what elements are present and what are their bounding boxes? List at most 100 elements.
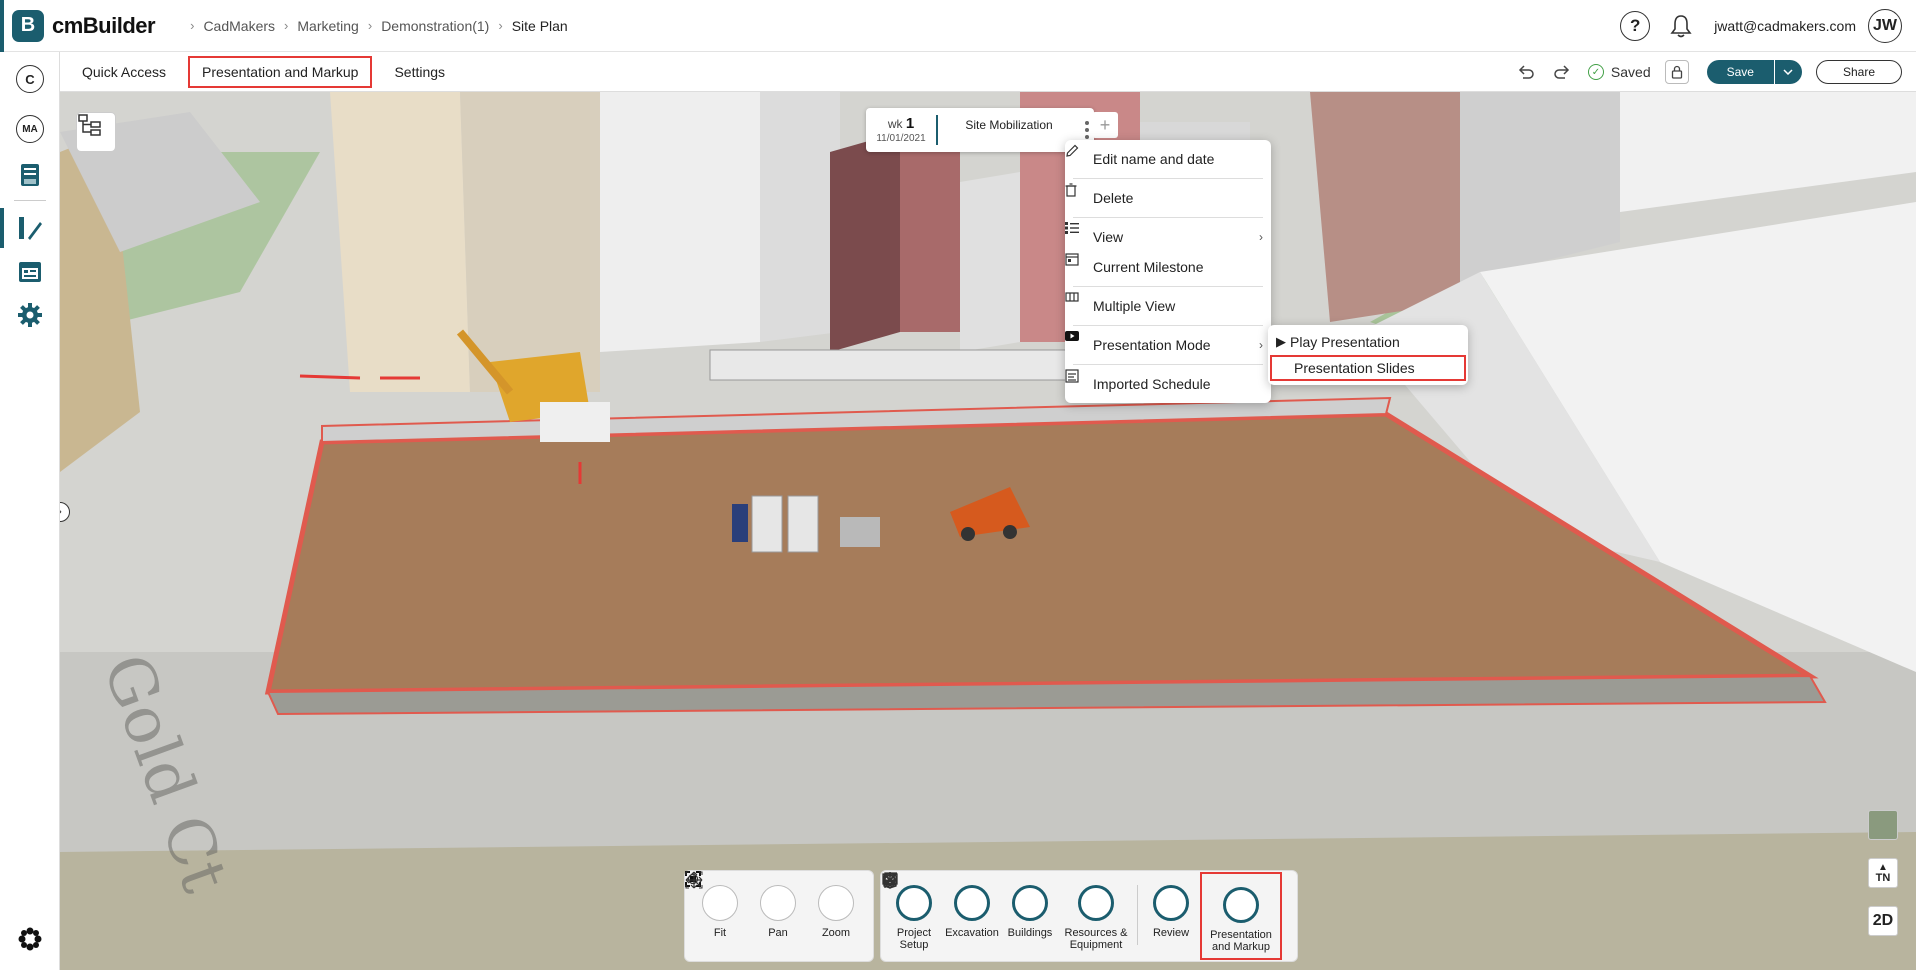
- app-name: cmBuilder: [52, 12, 156, 38]
- menu-label: Edit name and date: [1093, 151, 1215, 167]
- menu-label: Presentation Slides: [1294, 360, 1415, 376]
- scene-tree-button[interactable]: [76, 112, 116, 152]
- left-sidebar: C MA: [0, 52, 60, 970]
- menu-item-delete[interactable]: Delete: [1065, 183, 1271, 213]
- milestone-date: 11/01/2021: [876, 133, 926, 144]
- milestone-card[interactable]: wk 1 11/01/2021 Site Mobilization: [866, 108, 1094, 152]
- project-badge: MA: [16, 115, 44, 143]
- excavation-button[interactable]: Excavation: [885, 872, 1001, 939]
- menu-item-play-presentation[interactable]: ▶ Play Presentation: [1268, 329, 1468, 355]
- pen-ruler-icon: [19, 217, 42, 240]
- building-icon: [883, 872, 1048, 921]
- menu-label: Multiple View: [1093, 298, 1176, 314]
- milestone-context-menu: Edit name and date Delete View › Current…: [1065, 140, 1271, 403]
- tool-label: Project Setup: [896, 927, 932, 951]
- menu-label: Imported Schedule: [1093, 376, 1211, 392]
- saved-label: Saved: [1610, 64, 1651, 80]
- schedule-icon: [1065, 369, 1089, 392]
- app-logo[interactable]: B cmBuilder: [12, 9, 156, 42]
- fit-button[interactable]: Fit: [685, 871, 749, 939]
- chevron-right-icon: ›: [1259, 230, 1263, 244]
- tool-label: Presentation and Markup: [1210, 929, 1272, 953]
- menu-item-presentation-slides[interactable]: Presentation Slides: [1270, 355, 1466, 381]
- true-north-button[interactable]: ▲ TN: [1868, 858, 1898, 888]
- tab-settings[interactable]: Settings: [382, 58, 457, 86]
- basemap-toggle[interactable]: [1868, 810, 1898, 840]
- chevron-down-icon[interactable]: [1773, 60, 1802, 84]
- presentation-and-markup-button[interactable]: Presentation and Markup: [882, 872, 1282, 960]
- tool-label: Review: [1152, 927, 1190, 939]
- project-setup-button[interactable]: Project Setup: [883, 873, 943, 951]
- sidebar-item-company[interactable]: C: [11, 60, 49, 98]
- hierarchy-icon: [78, 114, 101, 136]
- review-button[interactable]: Review: [884, 874, 1200, 939]
- menu-item-imported-schedule[interactable]: Imported Schedule: [1065, 369, 1271, 399]
- toolbar-divider: [1137, 885, 1138, 945]
- help-button[interactable]: ?: [1620, 11, 1651, 41]
- document-actions: ✓ Saved Save Share: [1504, 52, 1902, 92]
- tool-label: Excavation: [945, 927, 999, 939]
- tab-presentation-and-markup[interactable]: Presentation and Markup: [188, 55, 373, 88]
- save-status: ✓ Saved: [1587, 64, 1651, 80]
- breadcrumb-current: Site Plan: [511, 17, 568, 34]
- sidebar-item-apps[interactable]: [11, 920, 49, 958]
- chevron-right-icon: ›: [1259, 338, 1263, 352]
- breadcrumb-company[interactable]: CadMakers: [203, 18, 275, 34]
- chevron-right-icon: ›: [498, 18, 503, 33]
- tab-quick-access[interactable]: Quick Access: [70, 58, 178, 86]
- calendar-icon: [1065, 253, 1089, 275]
- sidebar-item-design[interactable]: [11, 209, 49, 247]
- list-view-icon: [1065, 222, 1089, 245]
- tool-label: Pan: [768, 927, 788, 939]
- sidebar-item-project[interactable]: MA: [11, 110, 49, 148]
- undo-icon[interactable]: [1512, 58, 1540, 86]
- document-icon: [21, 164, 39, 186]
- pan-icon: [685, 871, 796, 921]
- buildings-button[interactable]: Buildings: [883, 872, 1059, 939]
- menu-divider: [1073, 364, 1263, 365]
- chevron-right-icon: ›: [190, 18, 195, 33]
- sidebar-item-schedule[interactable]: [11, 252, 49, 290]
- presentation-mode-submenu: ▶ Play Presentation Presentation Slides: [1268, 325, 1468, 385]
- model-tools-panel: Project Setup Excavation Buildings Resou…: [880, 870, 1298, 962]
- menu-label: Presentation Mode: [1093, 337, 1211, 353]
- add-milestone-button[interactable]: +: [1092, 112, 1118, 138]
- lock-icon[interactable]: [1664, 60, 1689, 84]
- sidebar-item-settings[interactable]: [11, 296, 49, 334]
- resources-equipment-button[interactable]: Resources & Equipment: [884, 872, 1133, 951]
- tools-icon: [883, 873, 932, 921]
- avatar[interactable]: JW: [1868, 9, 1902, 43]
- save-button[interactable]: Save: [1706, 60, 1774, 84]
- redo-icon[interactable]: [1548, 58, 1576, 86]
- header-actions: ? jwatt@cadmakers.com JW: [1620, 0, 1902, 52]
- check-icon: ✓: [1587, 64, 1604, 80]
- sidebar-active-indicator: [0, 208, 4, 248]
- milestone-name: Site Mobilization: [965, 118, 1053, 132]
- apps-icon: [18, 927, 42, 951]
- 2d-toggle-button[interactable]: 2D: [1868, 906, 1898, 936]
- bell-icon[interactable]: [1666, 11, 1696, 41]
- breadcrumb-folder[interactable]: Marketing: [297, 18, 358, 34]
- menu-item-edit[interactable]: Edit name and date: [1065, 144, 1271, 174]
- view-tools-panel: Fit Pan Zoom: [684, 870, 874, 962]
- share-button[interactable]: Share: [1815, 60, 1902, 84]
- 3d-viewport[interactable]: Gold Ct wk 1 11/01/2021 Site Mobilizatio…: [60, 92, 1916, 970]
- menu-item-presentation-mode[interactable]: Presentation Mode ›: [1065, 330, 1271, 360]
- zoom-button[interactable]: Zoom: [685, 871, 865, 939]
- pan-button[interactable]: Pan: [685, 871, 807, 939]
- menu-item-current-milestone[interactable]: Current Milestone: [1065, 252, 1271, 282]
- play-icon: ▶: [1276, 334, 1286, 349]
- fit-icon: [685, 871, 738, 921]
- tool-label: Fit: [713, 927, 727, 939]
- menu-item-view[interactable]: View ›: [1065, 222, 1271, 252]
- pencil-icon: [1066, 144, 1089, 167]
- menu-divider: [1073, 286, 1263, 287]
- sidebar-item-catalog[interactable]: [11, 156, 49, 194]
- breadcrumb-project[interactable]: Demonstration(1): [381, 18, 489, 34]
- user-email[interactable]: jwatt@cadmakers.com: [1714, 18, 1856, 34]
- tool-label: Resources & Equipment: [1064, 927, 1128, 951]
- logo-mark: B: [12, 9, 44, 42]
- menu-item-multiple-view[interactable]: Multiple View: [1065, 291, 1271, 321]
- calendar-icon: [19, 262, 41, 282]
- review-icon: [884, 874, 1189, 921]
